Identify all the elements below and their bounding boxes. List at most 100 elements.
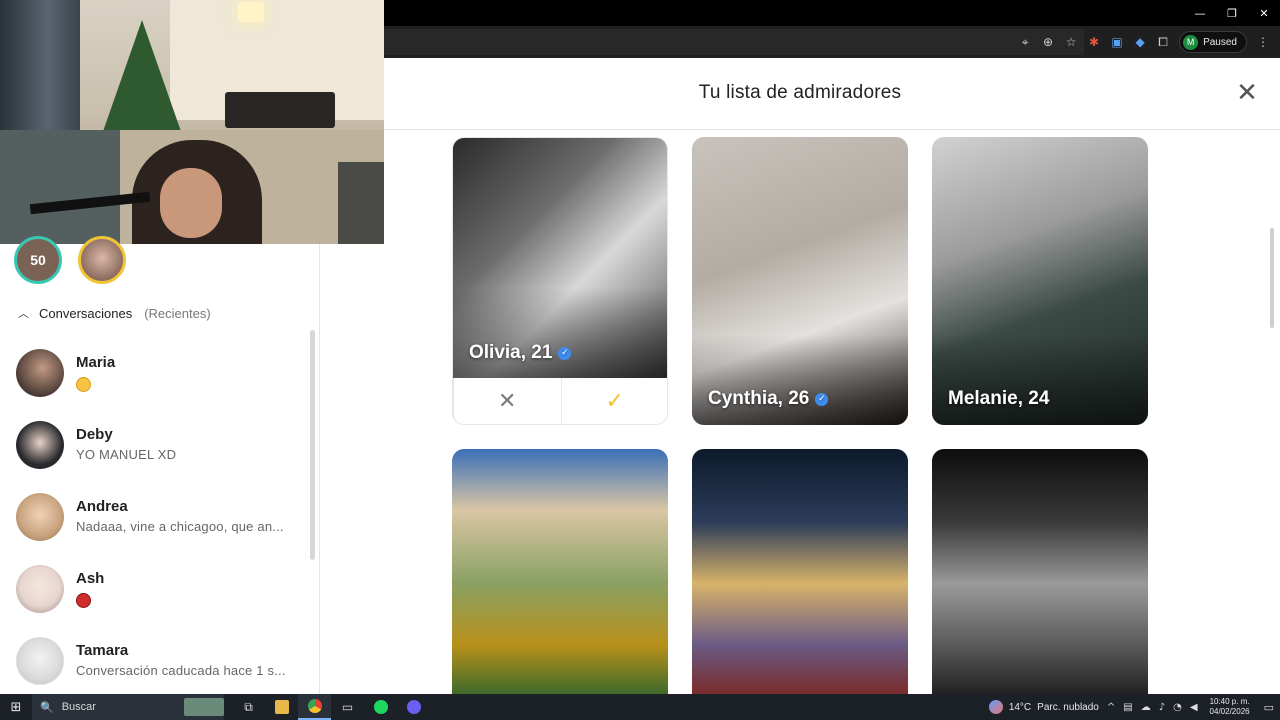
sidebar-scrollbar[interactable] bbox=[310, 330, 315, 560]
screen: — ❐ ✕ ⌖ ⊕ ☆ ✱ ▣ ◆ ⧠ M Paused ⋮ 50 ︿ Conv… bbox=[0, 0, 1280, 720]
conversation-name: Deby bbox=[76, 426, 113, 443]
admirer-photo bbox=[932, 449, 1148, 694]
emoji-icon bbox=[76, 592, 91, 608]
admirer-photo bbox=[692, 449, 908, 694]
puzzle-icon[interactable]: ⧠ bbox=[1156, 35, 1170, 49]
chevron-up-icon: ︿ bbox=[18, 307, 29, 320]
conversation-item-tamara[interactable]: Tamara Conversación caducada hace 1 s... bbox=[0, 625, 310, 697]
star-icon[interactable]: ☆ bbox=[1064, 35, 1078, 49]
conversation-preview: Conversación caducada hace 1 s... bbox=[76, 663, 286, 678]
start-button[interactable]: ⊞ bbox=[0, 694, 32, 720]
clock[interactable]: 10:40 p. m. 04/02/2026 bbox=[1210, 697, 1250, 717]
photo-shade bbox=[932, 335, 1148, 425]
volume-icon[interactable]: ◀ bbox=[1190, 702, 1198, 713]
admirer-name: Melanie, 24 bbox=[948, 388, 1049, 410]
admirer-card[interactable] bbox=[452, 449, 668, 694]
zoom-icon[interactable]: ⊕ bbox=[1041, 35, 1055, 49]
weather-icon bbox=[988, 700, 1003, 714]
clock-date: 04/02/2026 bbox=[1209, 707, 1250, 716]
verified-badge-icon: ✓ bbox=[558, 346, 572, 360]
conversation-text: Andrea Nadaaa, vine a chicagoo, que an..… bbox=[76, 497, 306, 537]
network-icon[interactable]: ▤ bbox=[1123, 702, 1132, 713]
chevron-up-icon[interactable]: ^ bbox=[1107, 702, 1115, 713]
notifications-icon[interactable]: ▭ bbox=[1264, 701, 1274, 714]
extension-red-icon[interactable]: ✱ bbox=[1087, 35, 1101, 49]
mic-icon[interactable]: ♪ bbox=[1159, 702, 1165, 713]
accept-button[interactable]: ✓ bbox=[562, 378, 668, 424]
conversation-item-maria[interactable]: Maria bbox=[0, 337, 310, 409]
conversation-item-ash[interactable]: Ash bbox=[0, 553, 310, 625]
conversations-label: Conversaciones bbox=[39, 305, 133, 321]
profile-status: Paused bbox=[1203, 36, 1237, 48]
conversation-name: Tamara bbox=[76, 642, 129, 659]
avatar bbox=[16, 349, 64, 397]
weather-temp: 14°C bbox=[1008, 701, 1032, 713]
kebab-menu-icon[interactable]: ⋮ bbox=[1256, 35, 1270, 49]
likes-count-avatar[interactable]: 50 bbox=[14, 236, 62, 284]
conversation-text: Tamara Conversación caducada hace 1 s... bbox=[76, 641, 306, 681]
panel-scrollbar[interactable] bbox=[1270, 228, 1274, 328]
window-controls: — ❐ ✕ bbox=[1184, 0, 1280, 26]
restore-button[interactable]: ❐ bbox=[1216, 0, 1248, 26]
webcam-overlay bbox=[0, 0, 384, 244]
conversation-item-andrea[interactable]: Andrea Nadaaa, vine a chicagoo, que an..… bbox=[0, 481, 310, 553]
weather-widget[interactable]: 14°C Parc. nublado bbox=[988, 700, 1099, 714]
chrome-icon[interactable] bbox=[298, 694, 331, 720]
webcam-chair bbox=[0, 130, 120, 244]
admirer-card[interactable] bbox=[932, 449, 1148, 694]
conversation-name: Ash bbox=[76, 570, 105, 587]
match-avatar[interactable] bbox=[78, 236, 126, 284]
admirer-card-melanie[interactable]: Melanie, 24 bbox=[932, 137, 1148, 425]
admirer-name-text: Melanie, 24 bbox=[948, 388, 1050, 409]
toolbar-icons: ⌖ ⊕ ☆ ✱ ▣ ◆ ⧠ M Paused ⋮ bbox=[1018, 26, 1270, 58]
spotify-icon[interactable] bbox=[364, 694, 397, 720]
sidebar: 50 ︿ Conversaciones (Recientes) Maria De… bbox=[0, 236, 320, 697]
matches-row: 50 bbox=[14, 236, 126, 284]
conversations-header[interactable]: ︿ Conversaciones (Recientes) bbox=[18, 305, 211, 321]
verified-badge-icon: ✓ bbox=[815, 392, 829, 406]
close-icon[interactable]: ✕ bbox=[1236, 80, 1258, 106]
page-title: Tu lista de admiradores bbox=[698, 82, 902, 103]
chrome-glyph bbox=[307, 699, 322, 713]
clock-time: 10:40 p. m. bbox=[1209, 697, 1250, 706]
admirer-card-olivia[interactable]: Olivia, 21 ✓ ✕ ✓ bbox=[452, 137, 668, 425]
admirer-card[interactable] bbox=[692, 449, 908, 694]
task-view-icon[interactable]: ⧉ bbox=[232, 694, 265, 720]
conversation-name: Andrea bbox=[76, 498, 128, 515]
profile-button[interactable]: M Paused bbox=[1179, 31, 1247, 53]
emoji-icon bbox=[76, 376, 91, 392]
reject-button[interactable]: ✕ bbox=[454, 378, 562, 424]
taskbar: ⊞ 🔍 Buscar ⧉ ▭ 14°C Parc. nublado ^ ▤ ☁ … bbox=[0, 694, 1280, 720]
spotify-glyph bbox=[373, 700, 388, 714]
webcam-bed bbox=[225, 92, 335, 128]
taskbar-apps: ⧉ ▭ bbox=[232, 694, 430, 720]
search-highlight-image bbox=[184, 698, 224, 716]
admirer-photo bbox=[452, 449, 668, 694]
app-generic-icon[interactable]: ▭ bbox=[331, 694, 364, 720]
conversation-text: Maria bbox=[76, 353, 306, 393]
webcam-lamp bbox=[238, 2, 264, 22]
webcam-face bbox=[160, 168, 222, 238]
conversation-name: Maria bbox=[76, 354, 116, 371]
conversation-text: Deby YO MANUEL XD bbox=[76, 425, 306, 465]
search-placeholder: Buscar bbox=[61, 701, 96, 713]
extension-blue-icon[interactable]: ◆ bbox=[1133, 35, 1147, 49]
conversation-item-deby[interactable]: Deby YO MANUEL XD bbox=[0, 409, 310, 481]
weather-desc: Parc. nublado bbox=[1037, 701, 1099, 713]
translate-icon[interactable]: ▣ bbox=[1110, 35, 1124, 49]
close-window-button[interactable]: ✕ bbox=[1248, 0, 1280, 26]
wifi-icon[interactable]: ◔ bbox=[1173, 702, 1182, 713]
avatar bbox=[16, 565, 64, 613]
file-explorer-icon[interactable] bbox=[265, 694, 298, 720]
admirer-card-cynthia[interactable]: Cynthia, 26 ✓ bbox=[692, 137, 908, 425]
panel-header: Tu lista de admiradores ✕ bbox=[384, 58, 1280, 130]
location-icon[interactable]: ⌖ bbox=[1018, 35, 1032, 49]
minimize-button[interactable]: — bbox=[1184, 0, 1216, 26]
discord-icon[interactable] bbox=[397, 694, 430, 720]
admirers-panel: Tu lista de admiradores ✕ Olivia, 21 ✓ ✕… bbox=[384, 58, 1280, 694]
conversation-list: Maria Deby YO MANUEL XD Andrea Nadaaa, v… bbox=[0, 337, 310, 697]
photo-shade bbox=[692, 335, 908, 425]
taskbar-search[interactable]: 🔍 Buscar bbox=[32, 694, 224, 720]
cloud-icon[interactable]: ☁ bbox=[1141, 702, 1151, 713]
address-bar[interactable] bbox=[384, 29, 1084, 55]
